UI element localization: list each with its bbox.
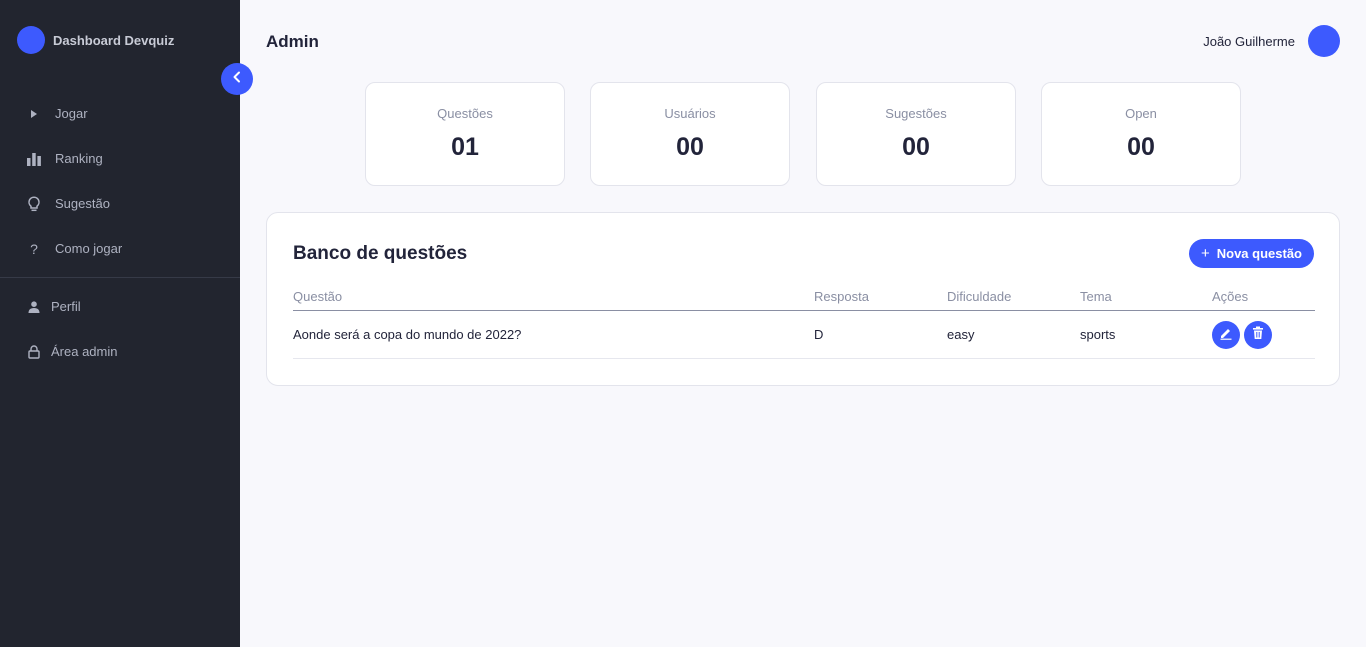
question-icon: ? xyxy=(30,240,38,257)
cell-question: Aonde será a copa do mundo de 2022? xyxy=(293,327,522,342)
stat-value: 00 xyxy=(1127,133,1155,161)
cell-difficulty: easy xyxy=(947,327,975,342)
lock-icon xyxy=(25,343,43,361)
avatar[interactable] xyxy=(1308,25,1340,57)
cell-theme: sports xyxy=(1080,327,1116,342)
column-header-acoes: Ações xyxy=(1212,289,1249,304)
stat-value: 01 xyxy=(451,133,479,161)
panel-title: Banco de questões xyxy=(293,243,468,264)
pencil-icon xyxy=(1219,326,1233,345)
stat-card-questoes: Questões 01 xyxy=(365,82,565,186)
delete-button[interactable] xyxy=(1244,321,1272,349)
user-menu[interactable]: João Guilherme xyxy=(1203,25,1340,57)
sidebar-item-label: Área admin xyxy=(51,344,118,359)
sidebar-item-como-jogar[interactable]: ? Como jogar xyxy=(0,226,240,271)
sidebar-item-label: Perfil xyxy=(51,299,81,314)
brand[interactable]: Dashboard Devquiz xyxy=(17,26,174,54)
stat-label: Usuários xyxy=(664,106,716,121)
sidebar-item-sugestao[interactable]: Sugestão xyxy=(0,181,240,226)
sidebar-item-perfil[interactable]: Perfil xyxy=(0,284,240,329)
column-header-questao: Questão xyxy=(293,289,343,304)
brand-logo xyxy=(17,26,45,54)
stat-value: 00 xyxy=(676,133,704,161)
stat-label: Sugestões xyxy=(885,106,947,121)
sidebar-nav-main: Jogar Ranking Sugestão ? Como jogar xyxy=(0,91,240,271)
sidebar-item-ranking[interactable]: Ranking xyxy=(0,136,240,181)
stat-card-sugestoes: Sugestões 00 xyxy=(816,82,1016,186)
user-icon xyxy=(25,298,43,316)
stat-card-open: Open 00 xyxy=(1041,82,1241,186)
edit-button[interactable] xyxy=(1212,321,1240,349)
sidebar-item-label: Sugestão xyxy=(55,196,110,211)
stat-label: Open xyxy=(1125,106,1157,121)
new-question-label: Nova questão xyxy=(1216,246,1302,261)
column-header-resposta: Resposta xyxy=(814,289,869,304)
sidebar-item-jogar[interactable]: Jogar xyxy=(0,91,240,136)
sidebar-item-label: Ranking xyxy=(55,151,103,166)
sidebar: Dashboard Devquiz Jogar Ranking Sugestão… xyxy=(0,0,240,647)
play-icon xyxy=(25,105,43,123)
stat-value: 00 xyxy=(902,133,930,161)
sidebar-item-area-admin[interactable]: Área admin xyxy=(0,329,240,374)
row-actions xyxy=(1212,321,1276,349)
sidebar-item-label: Como jogar xyxy=(55,241,123,256)
bar-chart-icon xyxy=(25,150,43,168)
stat-card-usuarios: Usuários 00 xyxy=(590,82,790,186)
column-header-dificuldade: Dificuldade xyxy=(947,289,1012,304)
plus-icon: + xyxy=(1200,245,1210,262)
chevron-left-icon xyxy=(232,70,242,88)
brand-name: Dashboard Devquiz xyxy=(53,32,175,48)
sidebar-item-label: Jogar xyxy=(55,106,88,121)
lightbulb-icon xyxy=(25,195,43,213)
table-row: Aonde será a copa do mundo de 2022? D ea… xyxy=(293,311,1315,359)
stat-label: Questões xyxy=(437,106,493,121)
new-question-button[interactable]: + Nova questão xyxy=(1188,239,1314,268)
sidebar-collapse-button[interactable] xyxy=(221,63,253,95)
table-header: Questão Resposta Dificuldade Tema Ações xyxy=(293,289,1315,311)
cell-answer: D xyxy=(814,327,824,342)
page-title: Admin xyxy=(266,32,319,51)
questions-panel: Banco de questões + Nova questão Questão… xyxy=(266,212,1340,386)
sidebar-divider xyxy=(0,277,240,278)
sidebar-nav-account: Perfil Área admin xyxy=(0,284,240,374)
user-name: João Guilherme xyxy=(1203,33,1295,49)
column-header-tema: Tema xyxy=(1080,289,1112,304)
trash-icon xyxy=(1252,326,1264,345)
